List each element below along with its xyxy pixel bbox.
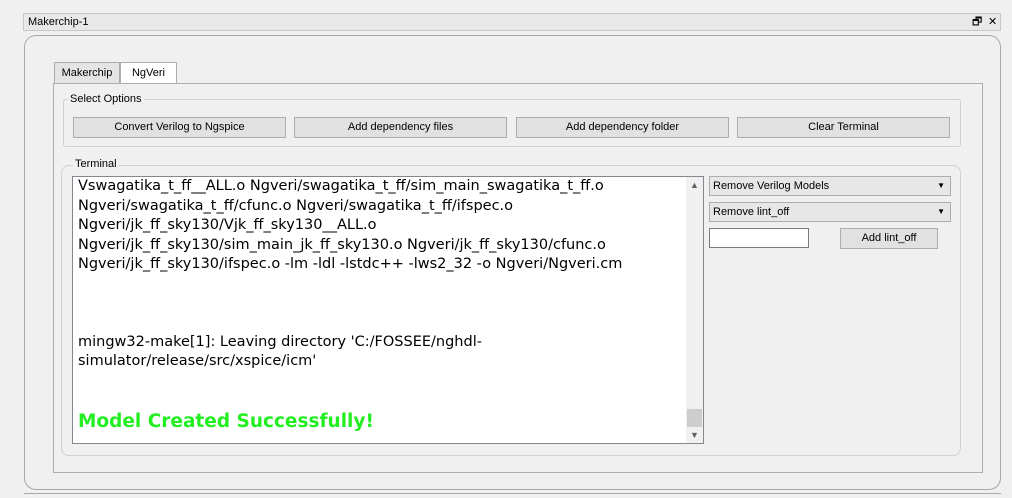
clear-terminal-button[interactable]: Clear Terminal — [737, 117, 950, 138]
lint-off-input[interactable] — [709, 228, 809, 248]
add-dependency-folder-button[interactable]: Add dependency folder — [516, 117, 729, 138]
restore-icon[interactable]: 🗗 — [972, 15, 982, 29]
window-title: Makerchip-1 — [28, 16, 89, 28]
scroll-thumb[interactable] — [687, 409, 702, 427]
chevron-down-icon: ▼ — [937, 207, 945, 216]
success-message: Model Created Successfully! — [78, 410, 374, 432]
terminal-line-link-command: Vswagatika_t_ff__ALL.o Ngveri/swagatika_… — [78, 178, 623, 272]
window-titlebar: Makerchip-1 🗗 ✕ — [23, 13, 1001, 31]
tab-makerchip[interactable]: Makerchip — [54, 62, 120, 83]
remove-verilog-models-dropdown[interactable]: Remove Verilog Models ▼ — [709, 176, 951, 196]
chevron-down-icon: ▼ — [937, 181, 945, 190]
scroll-down-icon[interactable]: ▼ — [686, 427, 703, 443]
remove-verilog-models-label: Remove Verilog Models — [713, 180, 830, 192]
add-dependency-files-button[interactable]: Add dependency files — [294, 117, 507, 138]
close-icon[interactable]: ✕ — [988, 15, 997, 29]
remove-lint-off-dropdown[interactable]: Remove lint_off ▼ — [709, 202, 951, 222]
convert-verilog-button[interactable]: Convert Verilog to Ngspice — [73, 117, 286, 138]
scroll-up-icon[interactable]: ▲ — [686, 177, 703, 193]
add-lint-off-button[interactable]: Add lint_off — [840, 228, 938, 249]
terminal-line-leaving-directory: mingw32-make[1]: Leaving directory 'C:/F… — [78, 333, 482, 370]
terminal-output[interactable]: Vswagatika_t_ff__ALL.o Ngveri/swagatika_… — [72, 176, 704, 444]
terminal-scrollbar[interactable]: ▲ ▼ — [686, 177, 703, 443]
remove-lint-off-label: Remove lint_off — [713, 206, 790, 218]
frame-bottom-edge — [24, 493, 1001, 494]
tab-ngveri[interactable]: NgVeri — [120, 62, 177, 84]
terminal-group-title: Terminal — [73, 158, 119, 170]
terminal-text: Vswagatika_t_ff__ALL.o Ngveri/swagatika_… — [78, 177, 683, 434]
select-options-title: Select Options — [68, 93, 144, 105]
